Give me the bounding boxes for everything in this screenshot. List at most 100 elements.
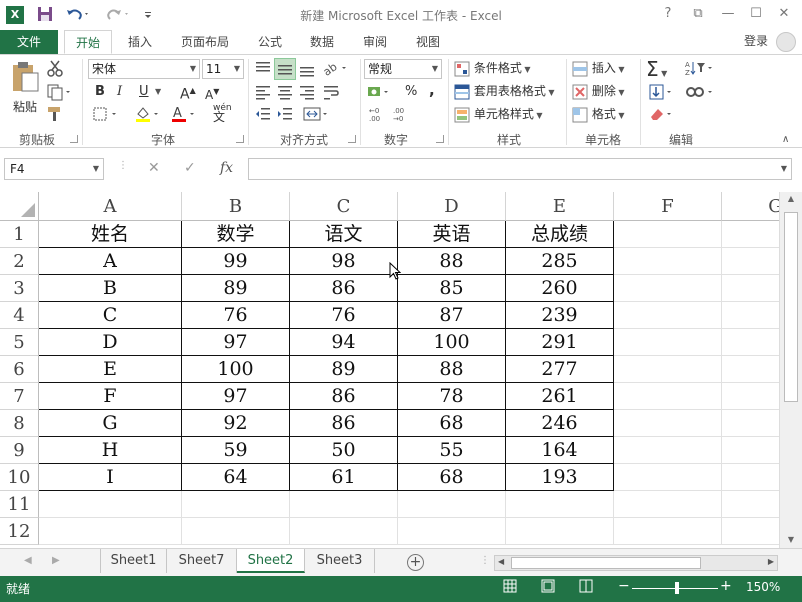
font-color-icon[interactable]: A (170, 105, 200, 128)
scroll-left-icon[interactable]: ◀ (498, 557, 504, 566)
decrease-indent-icon[interactable] (254, 105, 272, 128)
scroll-up-icon[interactable]: ▲ (780, 194, 802, 203)
empty-cell[interactable] (722, 464, 779, 491)
tab-home[interactable]: 开始 (64, 30, 112, 54)
horizontal-scroll-thumb[interactable] (511, 557, 701, 569)
number-dialog-launcher-icon[interactable] (436, 135, 444, 143)
fill-color-icon[interactable] (134, 105, 164, 128)
row-header-12[interactable]: 12 (0, 518, 39, 545)
empty-cell[interactable] (290, 491, 398, 518)
row-header-1[interactable]: 1 (0, 221, 39, 248)
font-dialog-launcher-icon[interactable] (236, 135, 244, 143)
empty-cell[interactable] (722, 221, 779, 248)
column-header-g[interactable]: G (722, 192, 779, 221)
column-header-b[interactable]: B (182, 192, 290, 221)
page-layout-view-icon[interactable] (538, 579, 558, 597)
table-cell[interactable]: 88 (398, 248, 506, 275)
table-cell[interactable]: C (39, 302, 182, 329)
row-header-2[interactable]: 2 (0, 248, 39, 275)
close-button[interactable]: ✕ (774, 4, 794, 24)
align-bottom-icon[interactable] (298, 59, 316, 82)
next-sheet-icon[interactable]: ▶ (52, 555, 60, 566)
table-cell[interactable]: 76 (290, 302, 398, 329)
paste-button[interactable]: 粘贴 (8, 61, 42, 121)
wrap-text-icon[interactable] (322, 83, 340, 106)
column-header-e[interactable]: E (506, 192, 614, 221)
increase-indent-icon[interactable] (276, 105, 294, 128)
table-cell[interactable]: 68 (398, 464, 506, 491)
table-cell[interactable]: 94 (290, 329, 398, 356)
table-cell[interactable]: 76 (182, 302, 290, 329)
column-header-f[interactable]: F (614, 192, 722, 221)
row-header-9[interactable]: 9 (0, 437, 39, 464)
empty-cell[interactable] (614, 410, 722, 437)
empty-cell[interactable] (722, 329, 779, 356)
clipboard-dialog-launcher-icon[interactable] (70, 135, 78, 143)
row-header-7[interactable]: 7 (0, 383, 39, 410)
add-sheet-button[interactable]: + (407, 554, 424, 571)
empty-cell[interactable] (614, 437, 722, 464)
prev-sheet-icon[interactable]: ◀ (24, 555, 32, 566)
font-name-select[interactable]: 宋体 ▼ (88, 59, 200, 79)
sheet-tab-sheet7[interactable]: Sheet7 (167, 549, 237, 573)
empty-cell[interactable] (398, 518, 506, 545)
table-cell[interactable]: 68 (398, 410, 506, 437)
select-all-button[interactable] (0, 192, 39, 221)
table-cell[interactable]: F (39, 383, 182, 410)
tab-split-handle-icon[interactable]: ⋮ (480, 555, 490, 566)
empty-cell[interactable] (614, 356, 722, 383)
row-header-6[interactable]: 6 (0, 356, 39, 383)
conditional-formatting-button[interactable]: 条件格式 ▼ (454, 59, 531, 79)
align-right-icon[interactable] (298, 83, 316, 106)
align-middle-icon[interactable] (274, 58, 296, 80)
empty-cell[interactable] (722, 410, 779, 437)
table-cell[interactable]: G (39, 410, 182, 437)
cancel-entry-button[interactable]: ✕ (148, 160, 160, 176)
row-header-3[interactable]: 3 (0, 275, 39, 302)
table-cell[interactable]: 78 (398, 383, 506, 410)
horizontal-scrollbar[interactable]: ◀ ▶ (494, 555, 778, 571)
table-cell[interactable]: 261 (506, 383, 614, 410)
empty-cell[interactable] (182, 518, 290, 545)
empty-cell[interactable] (39, 491, 182, 518)
empty-cell[interactable] (614, 275, 722, 302)
vertical-scrollbar[interactable]: ▲ ▼ (779, 192, 802, 548)
empty-cell[interactable] (722, 491, 779, 518)
tab-file[interactable]: 文件 (0, 30, 58, 54)
shrink-font-button[interactable]: A▼ (205, 83, 219, 104)
page-break-preview-icon[interactable] (576, 579, 596, 597)
row-header-4[interactable]: 4 (0, 302, 39, 329)
autosum-icon[interactable]: Σ ▼ (646, 57, 667, 86)
comma-style-button[interactable]: , (429, 81, 435, 99)
table-cell[interactable]: 100 (182, 356, 290, 383)
help-button[interactable]: ? (658, 4, 678, 24)
underline-dropdown-icon[interactable]: ▼ (155, 83, 161, 101)
format-as-table-button[interactable]: 套用表格格式 ▼ (454, 82, 555, 102)
table-cell[interactable]: 98 (290, 248, 398, 275)
clear-icon[interactable] (648, 105, 676, 128)
table-cell[interactable]: 61 (290, 464, 398, 491)
table-cell[interactable]: 85 (398, 275, 506, 302)
ribbon-display-options-button[interactable]: ⧉ (688, 4, 708, 24)
sheet-tab-sheet2[interactable]: Sheet2 (237, 549, 305, 573)
sheet-tab-sheet1[interactable]: Sheet1 (101, 549, 167, 573)
insert-function-button[interactable]: fx (220, 160, 233, 176)
table-cell[interactable]: 87 (398, 302, 506, 329)
table-cell[interactable]: D (39, 329, 182, 356)
sheet-tab-sheet3[interactable]: Sheet3 (305, 549, 375, 573)
row-header-11[interactable]: 11 (0, 491, 39, 518)
empty-cell[interactable] (722, 356, 779, 383)
cell-styles-button[interactable]: 单元格样式 ▼ (454, 105, 543, 125)
table-cell[interactable]: H (39, 437, 182, 464)
align-left-icon[interactable] (254, 83, 272, 106)
login-link[interactable]: 登录 (744, 30, 768, 52)
zoom-level[interactable]: 150% (746, 580, 780, 594)
table-cell[interactable]: 59 (182, 437, 290, 464)
empty-cell[interactable] (290, 518, 398, 545)
tab-insert[interactable]: 插入 (120, 30, 160, 54)
table-header-cell[interactable]: 英语 (398, 221, 506, 248)
phonetic-guide-button[interactable]: wén 文 (213, 104, 232, 124)
confirm-entry-button[interactable]: ✓ (184, 160, 196, 176)
maximize-button[interactable]: ☐ (746, 4, 766, 24)
format-painter-icon[interactable] (46, 105, 64, 128)
